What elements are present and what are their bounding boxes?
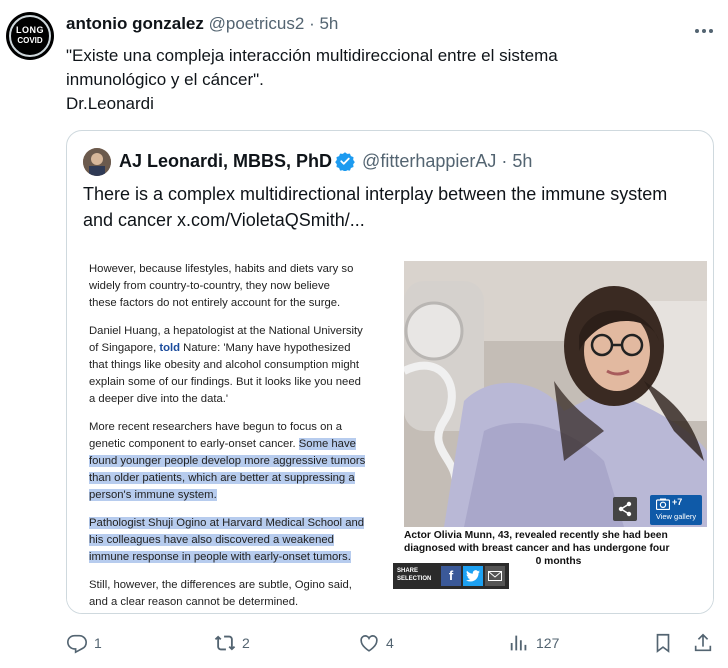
retweet-count: 2 — [242, 635, 250, 651]
highlighted-text: Some have — [298, 438, 356, 450]
like-button[interactable]: 4 — [358, 628, 394, 658]
highlighted-text: immune response in people with early-ons… — [89, 551, 351, 563]
article-line: a deeper dive into the data.' — [89, 393, 229, 405]
views-button[interactable]: 127 — [508, 628, 559, 658]
email-icon[interactable] — [485, 566, 505, 586]
article-line: More recent researchers have begun to fo… — [89, 421, 343, 433]
article-line: Daniel Huang, a hepatologist at the Nati… — [89, 325, 363, 337]
avatar[interactable]: LONG COVID — [6, 12, 54, 60]
article-link: told — [159, 342, 181, 354]
quoted-text: There is a complex multidirectional inte… — [83, 181, 703, 233]
share-selection-toolbar: SHARE SELECTION f — [393, 563, 509, 589]
share-icon — [694, 633, 712, 652]
retweet-button[interactable]: 2 — [214, 628, 250, 658]
camera-icon — [656, 498, 670, 510]
quoted-author-handle[interactable]: @fitterhappierAJ — [362, 151, 496, 171]
article-line: Still, however, the differences are subt… — [89, 579, 352, 591]
tweet-time[interactable]: 5h — [319, 14, 338, 33]
quoted-text-line: and cancer x.com/VioletaQSmith/... — [83, 210, 365, 230]
article-line: these factors do not entirely account fo… — [89, 297, 341, 309]
twitter-icon[interactable] — [463, 566, 483, 586]
quoted-avatar[interactable] — [83, 148, 111, 176]
article-paragraph: More recent researchers have begun to fo… — [89, 419, 389, 504]
tweet-actions: 1 2 4 127 — [66, 628, 712, 658]
views-icon — [510, 635, 527, 651]
share-photo-button[interactable] — [613, 497, 637, 521]
tweet-text: "Existe una compleja interacción multidi… — [66, 44, 686, 116]
tweet-header: antonio gonzalez @poetricus2 · 5h — [66, 14, 338, 34]
article-paragraph: Pathologist Shuji Ogino at Harvard Medic… — [89, 515, 389, 566]
caption-line: diagnosed with breast cancer and has und… — [404, 543, 670, 554]
tweet[interactable]: LONG COVID antonio gonzalez @poetricus2 … — [0, 0, 728, 668]
share-label-line: SHARE — [397, 568, 419, 574]
highlighted-text: person's immune system. — [89, 489, 217, 501]
heart-icon — [360, 635, 378, 652]
retweet-icon — [214, 635, 236, 651]
quoted-text-line: There is a complex multidirectional inte… — [83, 184, 668, 204]
article-line: genetic component to early-onset cancer.… — [89, 436, 389, 453]
highlighted-text: than older patients, which are better at… — [89, 472, 355, 484]
caption-line: Actor Olivia Munn, 43, revealed recently… — [404, 530, 668, 541]
article-paragraph: However, because lifestyles, habits and … — [89, 261, 389, 312]
tweet-text-line: Dr.Leonardi — [66, 94, 154, 113]
article-text: genetic component to early-onset cancer. — [89, 438, 299, 450]
like-count: 4 — [386, 635, 394, 651]
article-line: of Singapore, told Nature: 'Many have hy… — [89, 340, 389, 357]
quoted-header: AJ Leonardi, MBBS, PhD @fitterhappierAJ … — [119, 151, 532, 172]
share-selection-label: SHARE SELECTION — [397, 567, 431, 583]
bookmark-icon — [656, 633, 670, 653]
gallery-label: View gallery — [655, 512, 697, 521]
author-handle[interactable]: @poetricus2 — [209, 14, 305, 33]
article-line: and a clear reason cannot be determined. — [89, 596, 299, 608]
views-count: 127 — [536, 635, 560, 651]
facebook-icon[interactable]: f — [441, 566, 461, 586]
article-screenshot-image[interactable]: However, because lifestyles, habits and … — [67, 251, 713, 613]
tweet-text-line: "Existe una compleja interacción multidi… — [66, 46, 558, 65]
highlighted-text: his colleagues have also discovered a we… — [89, 534, 334, 546]
reply-button[interactable]: 1 — [66, 628, 102, 658]
article-line: explain some of our findings. But it loo… — [89, 376, 361, 388]
highlighted-text: found younger people develop more aggres… — [89, 455, 366, 467]
separator-dot: · — [501, 151, 508, 171]
highlighted-text: Pathologist Shuji Ogino at Harvard Medic… — [89, 517, 365, 529]
share-button[interactable] — [692, 628, 720, 658]
avatar-text-top: LONG — [16, 25, 44, 35]
article-text: Nature: 'Many have hypothesized — [180, 342, 351, 354]
reply-icon — [67, 634, 87, 654]
article-line: However, because lifestyles, habits and … — [89, 263, 354, 275]
quoted-time[interactable]: 5h — [512, 151, 532, 171]
quoted-tweet[interactable]: AJ Leonardi, MBBS, PhD @fitterhappierAJ … — [66, 130, 714, 614]
tweet-text-line: inmunológico y el cáncer". — [66, 70, 264, 89]
article-paragraph: Daniel Huang, a hepatologist at the Nati… — [89, 323, 389, 408]
reply-count: 1 — [94, 635, 102, 651]
avatar-text-bottom: COVID — [17, 36, 43, 45]
quoted-author-name[interactable]: AJ Leonardi, MBBS, PhD — [119, 151, 332, 171]
separator-dot: · — [309, 14, 315, 33]
article-paragraph: Still, however, the differences are subt… — [89, 577, 389, 611]
article-text-column: However, because lifestyles, habits and … — [89, 261, 389, 613]
author-name[interactable]: antonio gonzalez — [66, 14, 204, 33]
article-line: that things like obesity and alcohol con… — [89, 359, 360, 371]
gallery-count: +7 — [672, 497, 683, 507]
article-text: of Singapore, — [89, 342, 160, 354]
more-horizontal-icon[interactable] — [694, 18, 714, 39]
hospital-photo — [404, 261, 707, 527]
verified-badge-icon — [335, 151, 355, 172]
article-line: widely from country-to-country, they now… — [89, 280, 330, 292]
share-label-line: SELECTION — [397, 576, 432, 582]
bookmark-button[interactable] — [652, 628, 680, 658]
view-gallery-button[interactable]: +7 View gallery — [650, 495, 702, 525]
